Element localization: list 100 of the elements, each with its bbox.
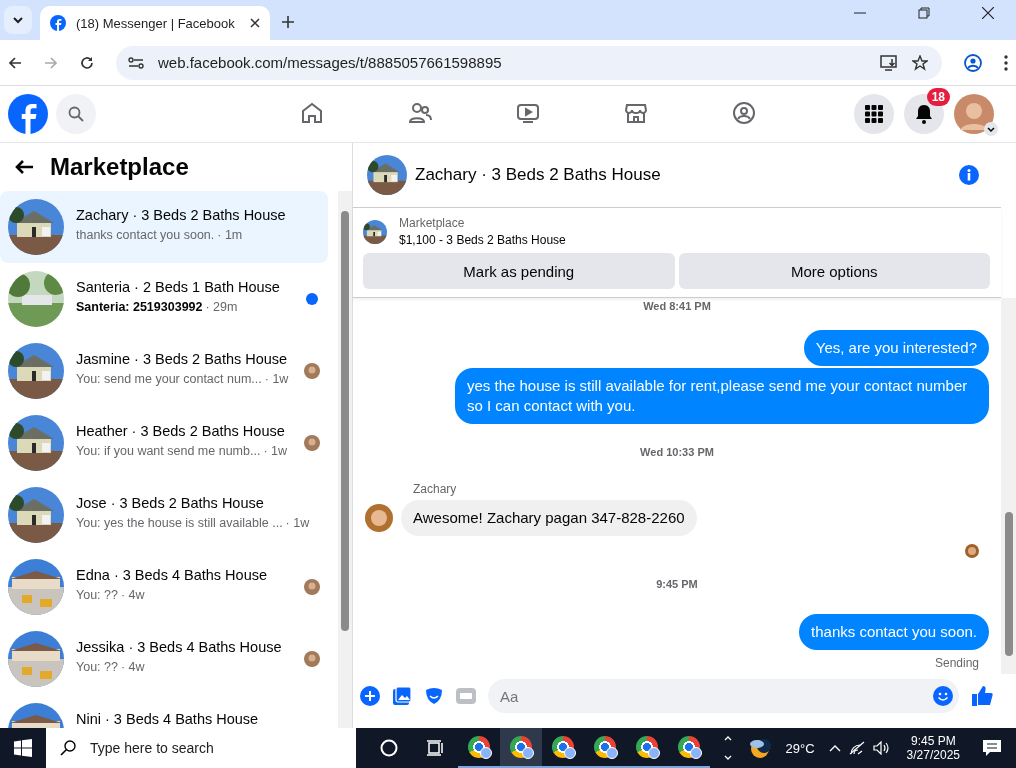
search-button[interactable] bbox=[56, 94, 96, 134]
notification-icon[interactable] bbox=[982, 739, 1002, 757]
address-bar[interactable]: web.facebook.com/messages/t/8885057661598895 bbox=[116, 45, 942, 80]
message-preview: You: if you want send me numb... bbox=[76, 444, 261, 458]
timestamp: · 1w bbox=[263, 444, 287, 458]
message-bubble: thanks contact you soon. bbox=[799, 614, 989, 650]
logo-icon bbox=[50, 15, 66, 31]
plus-icon[interactable] bbox=[360, 686, 380, 706]
timestamp: · 1m bbox=[217, 228, 243, 242]
timestamp: · 4w bbox=[120, 588, 145, 602]
close-icon[interactable] bbox=[982, 7, 994, 19]
home-icon bbox=[300, 100, 324, 125]
timestamp: 9:45 PM bbox=[656, 578, 698, 590]
message-preview: Santeria: 2519303992 bbox=[76, 300, 203, 314]
timestamp: · 1w bbox=[285, 516, 310, 530]
clock-date: 3/27/2025 bbox=[906, 748, 960, 762]
listing-price: $1,100 - 3 Beds 2 Baths House bbox=[399, 233, 566, 247]
emoji-icon[interactable] bbox=[933, 686, 953, 706]
message-preview: You: ?? bbox=[76, 588, 118, 602]
caret-icon[interactable] bbox=[984, 122, 998, 136]
profile-icon[interactable] bbox=[964, 53, 982, 72]
scroll-arrows-icon[interactable] bbox=[724, 734, 732, 762]
windows-icon[interactable] bbox=[14, 739, 32, 757]
thumbs-up-icon[interactable] bbox=[971, 685, 993, 707]
conversation-item[interactable]: Edna · 3 Beds 4 Baths House You: ?? · 4w bbox=[0, 551, 328, 623]
avatar bbox=[365, 504, 393, 532]
action-button[interactable]: Mark as pending bbox=[363, 253, 675, 289]
timestamp: Wed 8:41 PM bbox=[643, 300, 711, 312]
listing-label: Marketplace bbox=[399, 216, 466, 230]
reload-icon[interactable] bbox=[80, 55, 94, 70]
chat-title: Zachary · 3 Beds 2 Baths House bbox=[415, 165, 661, 185]
taskbar-app[interactable] bbox=[500, 728, 542, 768]
conversation-item[interactable]: Jose · 3 Beds 2 Baths House You: yes the house is still available ... · 1w bbox=[0, 479, 328, 551]
message-preview: You: send me your contact num... bbox=[76, 372, 262, 386]
clock-time: 9:45 PM bbox=[910, 734, 956, 748]
conversation-item[interactable]: Santeria · 2 Beds 1 Bath House Santeria: 2519303992 · 29m bbox=[0, 263, 328, 335]
grid-icon bbox=[865, 105, 883, 123]
conversation-title: Nini · 3 Beds 4 Baths House bbox=[76, 711, 260, 728]
menu-icon[interactable] bbox=[1004, 54, 1008, 71]
conversation-title: Edna · 3 Beds 4 Baths House bbox=[76, 567, 269, 584]
url-text: web.facebook.com/messages/t/8885057661598895 bbox=[158, 54, 502, 71]
task-view-icon[interactable] bbox=[426, 740, 444, 756]
tab-title: (18) Messenger | Facebook bbox=[76, 15, 236, 31]
info-icon[interactable] bbox=[959, 165, 979, 185]
message-preview: You: yes the house is still available ... bbox=[76, 516, 283, 530]
conversation-title: Jessika · 3 Beds 4 Baths House bbox=[76, 639, 283, 656]
chevron-up-icon[interactable] bbox=[828, 744, 841, 752]
timestamp: · 1w bbox=[264, 372, 289, 386]
weather-icon[interactable] bbox=[747, 737, 772, 759]
conversation-title: Jose · 3 Beds 2 Baths House bbox=[76, 495, 265, 512]
group-icon bbox=[732, 100, 756, 125]
timestamp: · 29m bbox=[205, 300, 238, 314]
timestamp: Wed 10:33 PM bbox=[640, 446, 714, 458]
search-icon bbox=[68, 106, 84, 122]
panel-title: Marketplace bbox=[50, 153, 189, 181]
back-icon[interactable] bbox=[14, 159, 34, 175]
conversation-item[interactable]: Jessika · 3 Beds 4 Baths House You: ?? · 4w bbox=[0, 623, 328, 695]
message-preview: You: ?? bbox=[76, 660, 118, 674]
conversation-title: Zachary · 3 Beds 2 Baths House bbox=[76, 207, 287, 224]
volume-icon[interactable] bbox=[872, 741, 891, 755]
scrollbar[interactable] bbox=[1001, 298, 1016, 674]
install-icon[interactable] bbox=[880, 54, 898, 71]
back-icon[interactable] bbox=[8, 55, 22, 70]
message-bubble: Yes, are you interested? bbox=[803, 330, 989, 366]
taskbar-search-field[interactable]: Type here to search bbox=[46, 728, 356, 768]
close-icon[interactable] bbox=[250, 18, 260, 28]
logo-icon[interactable] bbox=[8, 94, 48, 134]
conversation-item[interactable]: Jasmine · 3 Beds 2 Baths House You: send me your contact num... · 1w bbox=[0, 335, 328, 407]
conversation-item[interactable]: Zachary · 3 Beds 2 Baths House thanks contact you soon. · 1m bbox=[0, 191, 328, 263]
action-button[interactable]: More options bbox=[678, 253, 990, 289]
scrollbar[interactable] bbox=[338, 191, 352, 728]
sticker-icon[interactable] bbox=[424, 686, 444, 706]
site-settings-icon[interactable] bbox=[128, 55, 144, 70]
menu-button[interactable] bbox=[854, 94, 894, 134]
notifications-button[interactable] bbox=[904, 94, 944, 134]
sender-name: Zachary bbox=[413, 482, 458, 496]
caret-icon bbox=[12, 16, 24, 24]
network-icon[interactable] bbox=[848, 741, 865, 755]
timestamp: · 4w bbox=[120, 660, 145, 674]
temperature: 29°C bbox=[785, 740, 815, 756]
delivery-status: Sending bbox=[934, 656, 979, 670]
star-icon[interactable] bbox=[912, 54, 928, 71]
restore-icon[interactable] bbox=[918, 7, 930, 19]
message-field[interactable]: Aa bbox=[488, 679, 959, 713]
people-icon bbox=[408, 100, 432, 125]
avatar bbox=[965, 544, 979, 558]
new-tab-icon[interactable] bbox=[282, 16, 294, 28]
cortana-icon[interactable] bbox=[380, 739, 398, 757]
notification-badge: 18 bbox=[926, 88, 950, 106]
tab-search-button[interactable] bbox=[4, 6, 32, 34]
message-bubble: Awesome! Zachary pagan 347-828-2260 bbox=[401, 500, 697, 536]
conversation-title: Santeria · 2 Beds 1 Bath House bbox=[76, 279, 281, 296]
conversation-title: Jasmine · 3 Beds 2 Baths House bbox=[76, 351, 289, 368]
message-preview: thanks contact you soon. bbox=[76, 228, 215, 242]
image-icon[interactable] bbox=[392, 686, 412, 706]
bell-icon bbox=[915, 104, 933, 124]
conversation-item[interactable]: Heather · 3 Beds 2 Baths House You: if you want send me numb... · 1w bbox=[0, 407, 328, 479]
message-bubble: yes the house is still available for rent,please send me your contact number so I can contact with you. bbox=[455, 368, 989, 424]
search-icon bbox=[60, 740, 76, 756]
browser-tab[interactable]: (18) Messenger | Facebook bbox=[40, 6, 270, 40]
